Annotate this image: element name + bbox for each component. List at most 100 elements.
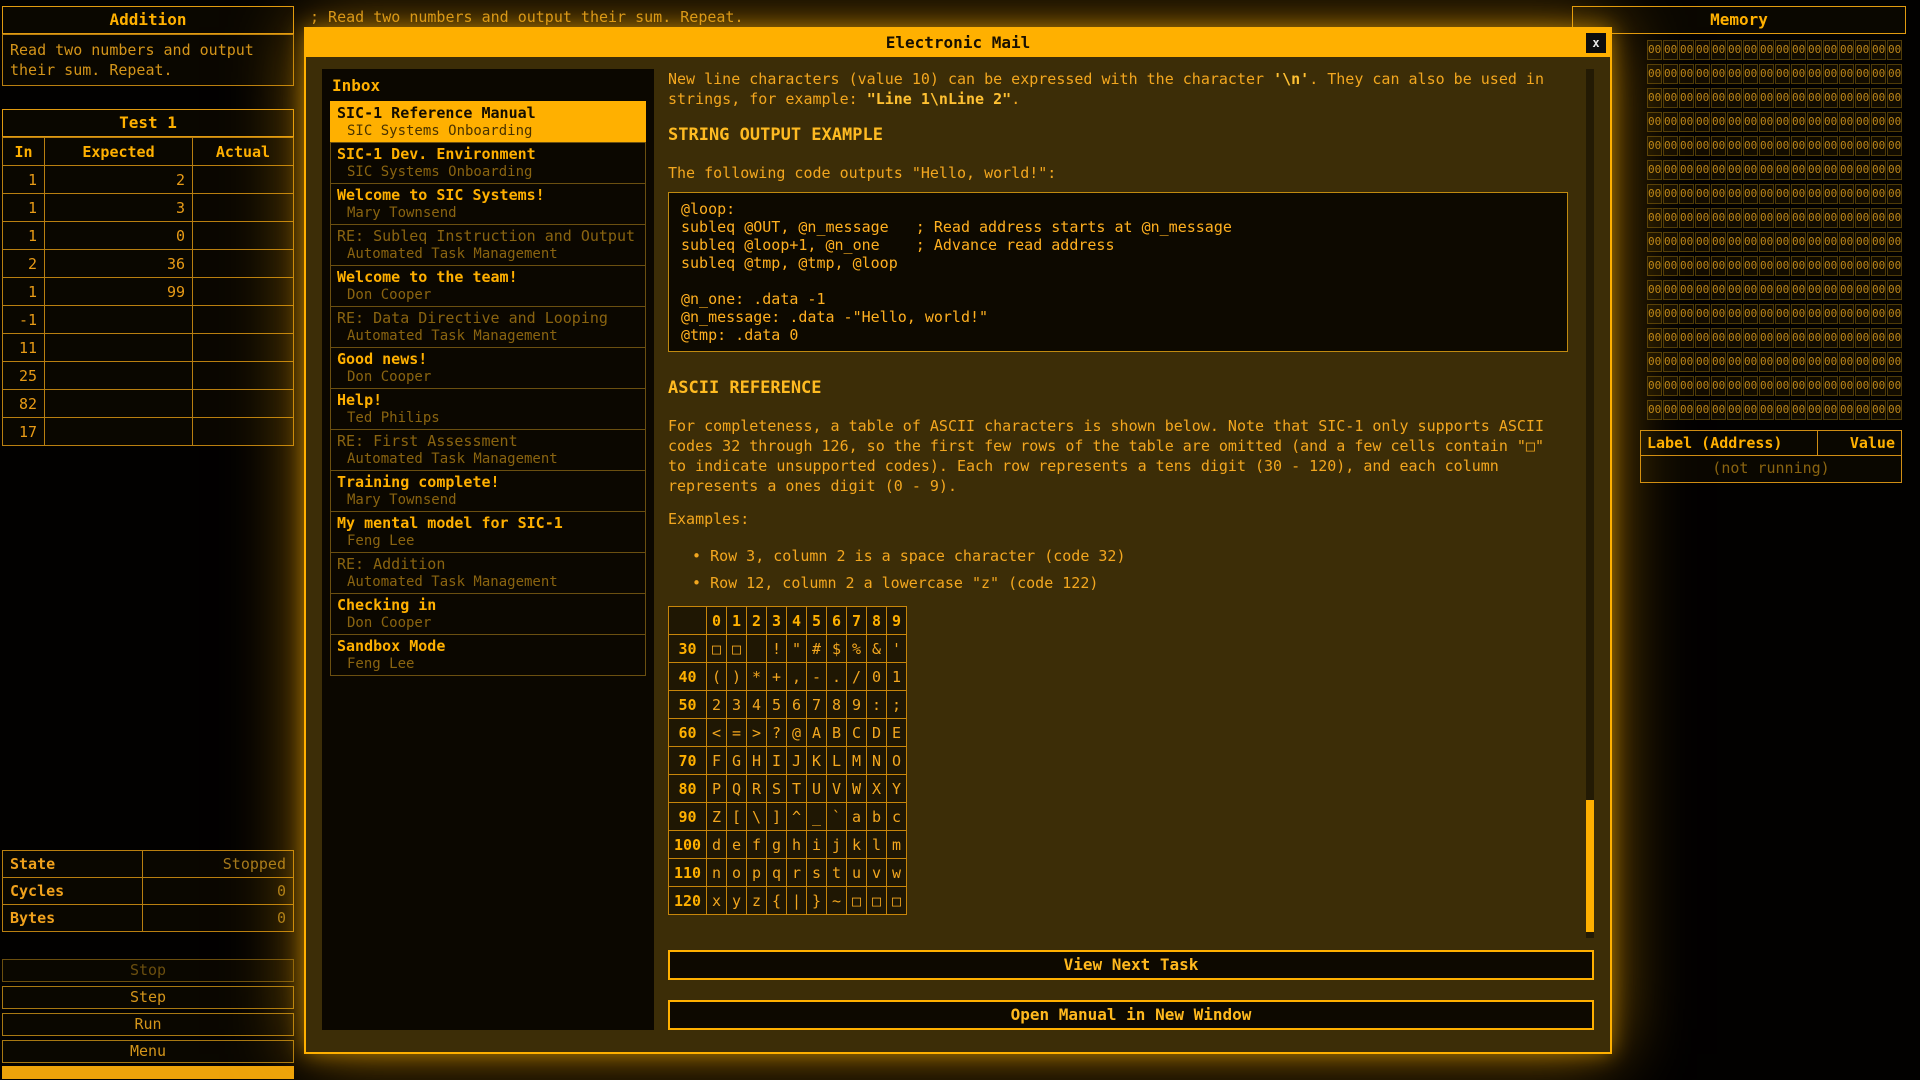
memory-cell: 00 xyxy=(1743,64,1758,84)
memory-cell: 00 xyxy=(1855,136,1870,156)
ascii-cell: ' xyxy=(887,635,907,663)
open-manual-button[interactable]: Open Manual in New Window xyxy=(668,1000,1594,1030)
memory-cell: 00 xyxy=(1695,256,1710,276)
ascii-cell: c xyxy=(887,803,907,831)
memory-cell: 00 xyxy=(1871,400,1886,420)
memory-cell: 00 xyxy=(1727,352,1742,372)
memory-cell: 00 xyxy=(1727,112,1742,132)
examples-label: Examples: xyxy=(668,509,1568,529)
scrollbar[interactable] xyxy=(1586,69,1594,938)
memory-cell: 00 xyxy=(1727,208,1742,228)
close-icon[interactable]: x xyxy=(1586,33,1606,53)
memory-cell: 00 xyxy=(1679,184,1694,204)
memory-cell: 00 xyxy=(1839,328,1854,348)
status-row: Cycles0 xyxy=(3,878,294,905)
code-block: @loop:subleq @OUT, @n_message ; Read add… xyxy=(668,192,1568,352)
mail-body: Inbox SIC-1 Reference ManualSIC Systems … xyxy=(306,57,1610,1052)
mail-item[interactable]: Sandbox ModeFeng Lee xyxy=(330,634,646,676)
memory-cell: 00 xyxy=(1711,184,1726,204)
mail-item[interactable]: RE: First AssessmentAutomated Task Manag… xyxy=(330,429,646,471)
ascii-cell: □ xyxy=(867,887,887,915)
mail-item[interactable]: SIC-1 Dev. EnvironmentSIC Systems Onboar… xyxy=(330,142,646,184)
memory-cell: 00 xyxy=(1711,232,1726,252)
memory-cell: 00 xyxy=(1679,232,1694,252)
memory-cell: 00 xyxy=(1663,40,1678,60)
ascii-cell: n xyxy=(707,859,727,887)
memory-cell: 00 xyxy=(1727,232,1742,252)
ascii-cell: b xyxy=(867,803,887,831)
memory-cell: 00 xyxy=(1663,280,1678,300)
mail-item[interactable]: Good news!Don Cooper xyxy=(330,347,646,389)
mail-item-title: My mental model for SIC-1 xyxy=(337,514,639,533)
mail-item[interactable]: My mental model for SIC-1Feng Lee xyxy=(330,511,646,553)
ascii-cell: k xyxy=(847,831,867,859)
ascii-col-header: 9 xyxy=(887,607,907,635)
step-button[interactable]: Step xyxy=(2,986,294,1009)
mail-item[interactable]: Welcome to the team!Don Cooper xyxy=(330,265,646,307)
mail-item-sender: Don Cooper xyxy=(337,615,639,632)
ascii-cell: f xyxy=(747,831,767,859)
memory-cell: 00 xyxy=(1871,328,1886,348)
io-row: 17 xyxy=(3,418,294,446)
stop-button[interactable]: Stop xyxy=(2,959,294,982)
memory-cell: 00 xyxy=(1759,160,1774,180)
memory-cell: 00 xyxy=(1759,256,1774,276)
memory-cell: 00 xyxy=(1711,40,1726,60)
mail-item[interactable]: Welcome to SIC Systems!Mary Townsend xyxy=(330,183,646,225)
scrollbar-thumb[interactable] xyxy=(1586,800,1594,932)
ascii-cell: x xyxy=(707,887,727,915)
mail-item[interactable]: Help!Ted Philips xyxy=(330,388,646,430)
memory-cell: 00 xyxy=(1711,136,1726,156)
io-row: 199 xyxy=(3,278,294,306)
memory-cell: 00 xyxy=(1775,352,1790,372)
memory-cell: 00 xyxy=(1679,280,1694,300)
ascii-cell: q xyxy=(767,859,787,887)
ascii-row-label: 90 xyxy=(669,803,707,831)
memory-cell: 00 xyxy=(1695,208,1710,228)
memory-cell: 00 xyxy=(1647,208,1662,228)
mail-item[interactable]: SIC-1 Reference ManualSIC Systems Onboar… xyxy=(330,101,646,143)
memory-cell: 00 xyxy=(1855,256,1870,276)
mail-item-sender: Don Cooper xyxy=(337,287,639,304)
mail-titlebar: Electronic Mail x xyxy=(306,29,1610,57)
mail-item-sender: Automated Task Management xyxy=(337,574,639,591)
ascii-col-header: 6 xyxy=(827,607,847,635)
view-next-task-button[interactable]: View Next Task xyxy=(668,950,1594,980)
mail-item-sender: Mary Townsend xyxy=(337,205,639,222)
ascii-cell: 2 xyxy=(707,691,727,719)
memory-cell: 00 xyxy=(1647,232,1662,252)
ascii-col-header: 3 xyxy=(767,607,787,635)
run-button[interactable]: Run xyxy=(2,1013,294,1036)
menu-button[interactable]: Menu xyxy=(2,1040,294,1063)
memory-cell: 00 xyxy=(1679,136,1694,156)
ascii-cell: 1 xyxy=(887,663,907,691)
memory-cell: 00 xyxy=(1663,256,1678,276)
mail-item[interactable]: RE: Data Directive and LoopingAutomated … xyxy=(330,306,646,348)
memory-cell: 00 xyxy=(1775,400,1790,420)
mail-item[interactable]: Training complete!Mary Townsend xyxy=(330,470,646,512)
memory-cell: 00 xyxy=(1871,208,1886,228)
mail-item[interactable]: Checking inDon Cooper xyxy=(330,593,646,635)
variables-header-row: Label (Address) Value xyxy=(1640,430,1902,456)
memory-cell: 00 xyxy=(1663,136,1678,156)
ascii-cell: □ xyxy=(707,635,727,663)
ascii-cell: Y xyxy=(887,775,907,803)
memory-cell: 00 xyxy=(1759,400,1774,420)
memory-cell: 00 xyxy=(1663,232,1678,252)
ascii-cell: e xyxy=(727,831,747,859)
memory-cell: 00 xyxy=(1855,64,1870,84)
mail-item-title: Welcome to the team! xyxy=(337,268,639,287)
io-expected-cell: 2 xyxy=(45,166,193,194)
mail-item[interactable]: RE: Subleq Instruction and OutputAutomat… xyxy=(330,224,646,266)
memory-cell: 00 xyxy=(1807,232,1822,252)
memory-cell: 00 xyxy=(1695,352,1710,372)
ascii-row-label: 30 xyxy=(669,635,707,663)
memory-cell: 00 xyxy=(1743,304,1758,324)
status-row: Bytes0 xyxy=(3,905,294,932)
memory-cell: 00 xyxy=(1839,400,1854,420)
mail-item[interactable]: RE: AdditionAutomated Task Management xyxy=(330,552,646,594)
ascii-cell: V xyxy=(827,775,847,803)
memory-cell: 00 xyxy=(1823,328,1838,348)
mail-item-sender: Automated Task Management xyxy=(337,328,639,345)
ascii-cell: K xyxy=(807,747,827,775)
